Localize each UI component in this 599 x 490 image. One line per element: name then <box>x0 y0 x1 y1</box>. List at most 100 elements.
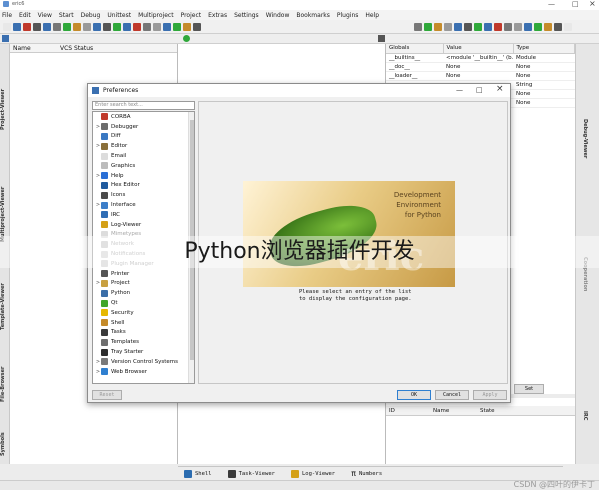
toolbar-button-icon[interactable] <box>3 23 11 31</box>
toolbar-button-icon[interactable] <box>143 23 151 31</box>
toolbar-button-icon[interactable] <box>53 23 61 31</box>
toolbar-button-icon[interactable] <box>153 23 161 31</box>
toolbar-button-icon[interactable] <box>524 23 532 31</box>
toolbar-button-icon[interactable] <box>414 23 422 31</box>
globals-row[interactable]: __loader__ None None <box>386 71 575 81</box>
ok-button[interactable]: OK <box>397 390 431 400</box>
tab-project-viewer[interactable]: Project-Viewer <box>0 64 10 154</box>
tree-item-tasks[interactable]: Tasks <box>93 328 194 338</box>
toolbar-button-icon[interactable] <box>544 23 552 31</box>
column-header-name[interactable]: Name <box>10 45 58 52</box>
menu-item-file[interactable]: File <box>2 12 12 19</box>
tab-debug-viewer[interactable]: Debug-Viewer <box>578 99 588 179</box>
menu-item-edit[interactable]: Edit <box>19 12 31 19</box>
toolbar-button-icon[interactable] <box>534 23 542 31</box>
tree-item-log-viewer[interactable]: Log-Viewer <box>93 220 194 230</box>
toolbar-button-icon[interactable] <box>434 23 442 31</box>
window-close-button[interactable]: × <box>589 0 596 8</box>
tree-item-templates[interactable]: Templates <box>93 337 194 347</box>
tab-template-viewer[interactable]: Template-Viewer <box>0 269 10 344</box>
menu-item-debug[interactable]: Debug <box>81 12 101 19</box>
menu-item-project[interactable]: Project <box>181 12 202 19</box>
tree-item-email[interactable]: Email <box>93 151 194 161</box>
column-header-vcs[interactable]: VCS Status <box>58 45 93 52</box>
toolbar-button-icon[interactable] <box>183 23 191 31</box>
toolbar-button-icon[interactable] <box>43 23 51 31</box>
tree-item-graphics[interactable]: Graphics <box>93 161 194 171</box>
toolbar-button-icon[interactable] <box>554 23 562 31</box>
tree-item-interface[interactable]: > Interface <box>93 200 194 210</box>
toolbar-button-icon[interactable] <box>23 23 31 31</box>
menu-item-start[interactable]: Start <box>59 12 74 19</box>
tab-task-viewer[interactable]: Task-Viewer <box>227 469 275 478</box>
tree-item-security[interactable]: Security <box>93 308 194 318</box>
globals-header[interactable]: Globals <box>386 44 444 54</box>
cancel-button[interactable]: Cancel <box>435 390 469 400</box>
tree-item-shell[interactable]: Shell <box>93 318 194 328</box>
tab-shell[interactable]: Shell <box>184 469 212 478</box>
toolbar-button-icon[interactable] <box>474 23 482 31</box>
name-header[interactable]: Name <box>433 408 480 414</box>
menu-item-unittest[interactable]: Unittest <box>107 12 131 19</box>
toolbar-button-icon[interactable] <box>103 23 111 31</box>
type-header[interactable]: Type <box>513 44 575 54</box>
toolbar-button-icon[interactable] <box>83 23 91 31</box>
tab-file-browser[interactable]: File-Browser <box>0 354 10 414</box>
menu-item-window[interactable]: Window <box>266 12 290 19</box>
tab-log-viewer[interactable]: Log-Viewer <box>291 469 335 478</box>
toolbar-button-icon[interactable] <box>163 23 171 31</box>
tree-item-project[interactable]: > Project <box>93 279 194 289</box>
search-input[interactable]: Enter search text... <box>92 101 195 110</box>
tree-item-editor[interactable]: > Editor <box>93 141 194 151</box>
toolbar-button-icon[interactable] <box>193 23 201 31</box>
project-viewer-icon[interactable] <box>2 35 9 42</box>
toolbar-button-icon[interactable] <box>123 23 131 31</box>
toolbar-button-icon[interactable] <box>13 23 21 31</box>
toolbar-button-icon[interactable] <box>33 23 41 31</box>
toolbar-button-icon[interactable] <box>454 23 462 31</box>
tree-item-debugger[interactable]: > Debugger <box>93 122 194 132</box>
tree-item-python[interactable]: Python <box>93 288 194 298</box>
tree-item-version-control-systems[interactable]: > Version Control Systems <box>93 357 194 367</box>
menu-item-plugins[interactable]: Plugins <box>337 12 359 19</box>
tree-item-tray-starter[interactable]: Tray Starter <box>93 347 194 357</box>
tree-item-web-browser[interactable]: > Web Browser <box>93 367 194 377</box>
tab-symbols[interactable]: Symbols <box>0 424 10 464</box>
state-header[interactable]: State <box>480 408 495 414</box>
toolbar-button-icon[interactable] <box>93 23 101 31</box>
toolbar-button-icon[interactable] <box>504 23 512 31</box>
value-header[interactable]: Value <box>443 44 514 54</box>
tab-irc[interactable]: IRC <box>578 406 588 426</box>
id-header[interactable]: ID <box>386 408 433 414</box>
dialog-minimize-button[interactable]: — <box>456 86 463 94</box>
toolbar-button-icon[interactable] <box>464 23 472 31</box>
menu-item-extras[interactable]: Extras <box>208 12 227 19</box>
editor-close-icon[interactable] <box>378 35 385 42</box>
tab-numbers[interactable]: π Numbers <box>351 469 382 478</box>
menu-item-settings[interactable]: Settings <box>234 12 259 19</box>
toolbar-button-icon[interactable] <box>173 23 181 31</box>
tree-item-help[interactable]: > Help <box>93 171 194 181</box>
tree-item-diff[interactable]: Diff <box>93 132 194 142</box>
tree-item-printer[interactable]: Printer <box>93 269 194 279</box>
toolbar-button-icon[interactable] <box>424 23 432 31</box>
toolbar-button-icon[interactable] <box>484 23 492 31</box>
globals-row[interactable]: __doc__ None None <box>386 62 575 72</box>
dialog-close-button[interactable]: × <box>496 84 504 94</box>
toolbar-button-icon[interactable] <box>73 23 81 31</box>
tree-item-irc[interactable]: IRC <box>93 210 194 220</box>
window-minimize-button[interactable]: — <box>548 0 555 8</box>
tree-item-icons[interactable]: Icons <box>93 190 194 200</box>
toolbar-button-icon[interactable] <box>63 23 71 31</box>
tree-item-qt[interactable]: Qt <box>93 298 194 308</box>
menu-item-bookmarks[interactable]: Bookmarks <box>296 12 330 19</box>
toolbar-button-icon[interactable] <box>113 23 121 31</box>
apply-button[interactable]: Apply <box>473 390 507 400</box>
menu-item-view[interactable]: View <box>38 12 52 19</box>
tree-item-corba[interactable]: CORBA <box>93 112 194 122</box>
globals-row[interactable]: __builtins__ <module '__builtin__' (b... M… <box>386 53 575 63</box>
window-maximize-button[interactable]: □ <box>572 0 579 8</box>
set-button[interactable]: Set <box>514 384 544 394</box>
toolbar-button-icon[interactable] <box>444 23 452 31</box>
toolbar-button-icon[interactable] <box>494 23 502 31</box>
